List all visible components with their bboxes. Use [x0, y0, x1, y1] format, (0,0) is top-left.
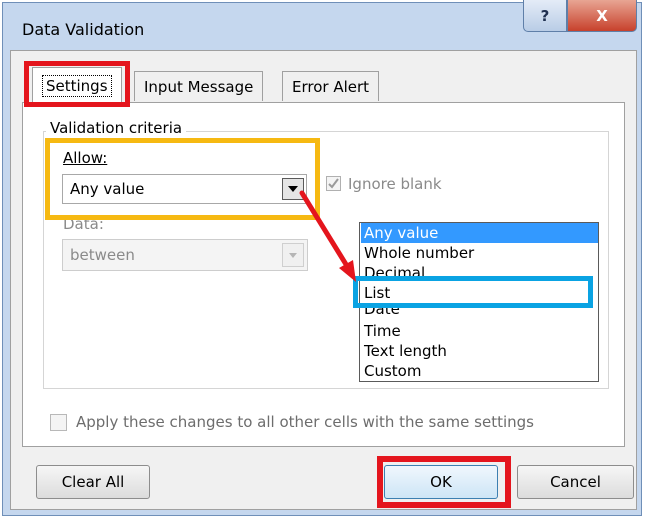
- chevron-down-icon: [289, 252, 297, 258]
- clear-all-button[interactable]: Clear All: [36, 465, 150, 499]
- data-select-value: between: [70, 246, 135, 264]
- tab-input-message[interactable]: Input Message: [134, 71, 264, 101]
- cancel-label: Cancel: [550, 473, 601, 491]
- dropdown-option-text-length[interactable]: Text length: [364, 341, 598, 361]
- close-icon: X: [596, 6, 608, 25]
- tab-error-alert-label: Error Alert: [292, 77, 370, 96]
- annotation-settings-tab-highlight: [24, 61, 130, 107]
- apply-all-label: Apply these changes to all other cells w…: [76, 413, 534, 431]
- clear-all-label: Clear All: [61, 473, 125, 491]
- annotation-allow-highlight: [45, 138, 320, 220]
- annotation-list-option-highlight: [353, 276, 593, 308]
- group-label: Validation criteria: [46, 119, 187, 137]
- data-dropdown-button[interactable]: [282, 243, 304, 267]
- dropdown-option-custom[interactable]: Custom: [364, 361, 598, 381]
- check-icon: [328, 178, 339, 189]
- window-title: Data Validation: [22, 20, 145, 39]
- ignore-blank-checkbox[interactable]: [326, 176, 341, 191]
- cancel-button[interactable]: Cancel: [517, 465, 634, 499]
- help-icon: ?: [540, 6, 550, 25]
- tab-input-message-label: Input Message: [144, 77, 254, 96]
- help-button[interactable]: ?: [523, 0, 567, 32]
- apply-all-checkbox[interactable]: [50, 414, 67, 431]
- tab-error-alert[interactable]: Error Alert: [282, 71, 380, 101]
- dropdown-option-time[interactable]: Time: [364, 321, 598, 341]
- ignore-blank-label: Ignore blank: [348, 175, 442, 193]
- annotation-ok-button-highlight: [377, 456, 511, 508]
- data-select[interactable]: between: [62, 239, 308, 271]
- dropdown-option-whole-number[interactable]: Whole number: [364, 243, 598, 263]
- close-button[interactable]: X: [567, 0, 637, 32]
- dropdown-option-any-value[interactable]: Any value: [361, 223, 598, 243]
